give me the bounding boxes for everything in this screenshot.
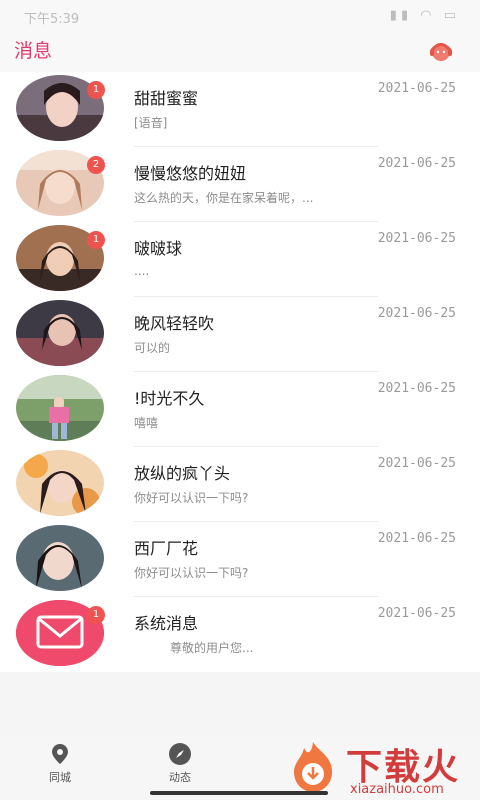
- contact-name: 晚风轻轻吹: [134, 314, 215, 333]
- message-row[interactable]: 1 系统消息 2021-06-25 尊敬的用户您...: [0, 597, 480, 672]
- flame-logo-icon: [294, 742, 332, 792]
- message-list: 1 甜甜蜜蜜 2021-06-25 [语音] 2 慢慢悠悠的妞妞 2021-06…: [0, 72, 480, 672]
- message-preview: 这么热的天，你是在家呆着呢，...: [134, 191, 314, 205]
- unread-badge: 1: [87, 606, 105, 624]
- message-date: 2021-06-25: [377, 381, 456, 396]
- page-title: 消息: [14, 40, 53, 62]
- contact-name: 啵啵球: [134, 239, 183, 258]
- customer-service-icon[interactable]: [428, 38, 454, 64]
- contact-name: !时光不久: [134, 389, 205, 408]
- nav-label: 动态: [169, 771, 191, 784]
- message-date: 2021-06-25: [377, 231, 456, 246]
- contact-name: 放纵的疯丫头: [134, 464, 231, 483]
- status-bar: 下午5:39 ▮▮ ◠ ▭: [0, 0, 480, 30]
- contact-name: 慢慢悠悠的妞妞: [134, 164, 247, 183]
- message-preview: ....: [134, 264, 150, 278]
- message-date: 2021-06-25: [377, 456, 456, 471]
- message-date: 2021-06-25: [377, 606, 456, 621]
- nav-tab-moments[interactable]: 动态: [150, 742, 210, 785]
- location-pin-icon: [52, 744, 68, 764]
- avatar[interactable]: [16, 375, 104, 441]
- message-preview: 尊敬的用户您...: [170, 641, 254, 655]
- message-row[interactable]: 1 甜甜蜜蜜 2021-06-25 [语音]: [0, 72, 480, 147]
- message-date: 2021-06-25: [377, 81, 456, 96]
- contact-name: 系统消息: [134, 614, 199, 633]
- message-preview: 可以的: [134, 341, 171, 355]
- header: 消息: [0, 30, 480, 72]
- unread-badge: 1: [87, 81, 105, 99]
- message-row[interactable]: 2 慢慢悠悠的妞妞 2021-06-25 这么热的天，你是在家呆着呢，...: [0, 147, 480, 222]
- contact-name: 西厂厂花: [134, 539, 199, 558]
- message-date: 2021-06-25: [377, 156, 456, 171]
- message-preview: 你好可以认识一下吗?: [134, 566, 249, 580]
- compass-icon: [169, 743, 191, 765]
- avatar[interactable]: [16, 450, 104, 516]
- message-row[interactable]: 1 啵啵球 2021-06-25 ....: [0, 222, 480, 297]
- message-preview: 你好可以认识一下吗?: [134, 491, 249, 505]
- avatar[interactable]: [16, 525, 104, 591]
- status-icons: ▮▮ ◠ ▭: [389, 8, 460, 23]
- message-date: 2021-06-25: [377, 306, 456, 321]
- message-row[interactable]: 西厂厂花 2021-06-25 你好可以认识一下吗?: [0, 522, 480, 597]
- unread-badge: 1: [87, 231, 105, 249]
- watermark-url: xiazaihuo.com: [350, 782, 444, 797]
- contact-name: 甜甜蜜蜜: [134, 89, 199, 108]
- unread-badge: 2: [87, 156, 105, 174]
- status-time: 下午5:39: [24, 12, 80, 27]
- nav-tab-nearby[interactable]: 同城: [30, 742, 90, 785]
- message-preview: 嘻嘻: [134, 416, 159, 430]
- avatar[interactable]: [16, 300, 104, 366]
- home-indicator: [150, 791, 328, 795]
- message-date: 2021-06-25: [377, 531, 456, 546]
- message-preview: [语音]: [134, 116, 168, 130]
- message-row[interactable]: !时光不久 2021-06-25 嘻嘻: [0, 372, 480, 447]
- nav-label: 同城: [49, 771, 71, 784]
- message-row[interactable]: 晚风轻轻吹 2021-06-25 可以的: [0, 297, 480, 372]
- message-row[interactable]: 放纵的疯丫头 2021-06-25 你好可以认识一下吗?: [0, 447, 480, 522]
